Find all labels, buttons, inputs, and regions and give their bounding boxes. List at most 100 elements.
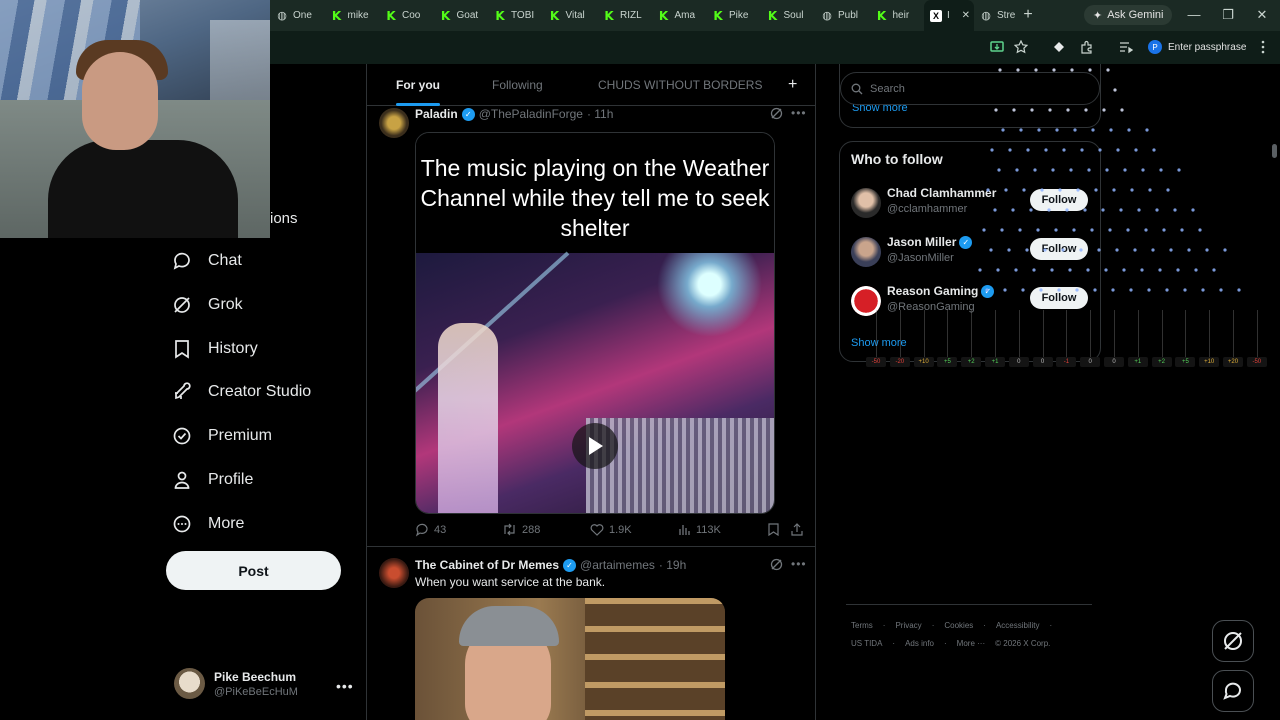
nav-item-chat[interactable]: Chat: [170, 241, 242, 281]
visualizer-dot: [1187, 248, 1191, 252]
browser-tab[interactable]: K Soul: [761, 0, 816, 31]
who-to-follow-user[interactable]: Chad Clamhammer @cclamhammer Follow: [851, 186, 1091, 220]
grok-fab-button[interactable]: [1212, 620, 1254, 662]
nav-item-creator-studio[interactable]: Creator Studio: [170, 372, 311, 412]
bookmark-star-icon[interactable]: [1013, 39, 1029, 55]
passphrase-button[interactable]: P Enter passphrase: [1148, 38, 1246, 56]
user-handle[interactable]: @JasonMiller: [887, 252, 954, 264]
repost-button[interactable]: 288: [502, 523, 540, 536]
browser-tab[interactable]: K Goat: [434, 0, 489, 31]
share-button[interactable]: [791, 523, 803, 536]
footer-link[interactable]: Ads info: [905, 639, 934, 648]
nav-item-notifications-partial[interactable]: ions: [270, 210, 298, 227]
who-to-follow-user[interactable]: Jason Miller ✓ @JasonMiller Follow: [851, 235, 1091, 269]
post-avatar[interactable]: [379, 558, 409, 588]
post-avatar[interactable]: [379, 108, 409, 138]
footer-link[interactable]: Cookies: [944, 621, 973, 630]
user-name[interactable]: Jason Miller: [887, 235, 956, 249]
browser-tab[interactable]: K Ama: [652, 0, 707, 31]
visualizer-dot: [1169, 248, 1173, 252]
share-icon: [791, 523, 803, 536]
post-image[interactable]: [415, 598, 725, 720]
play-icon[interactable]: [572, 423, 618, 469]
post-author-name[interactable]: Paladin: [415, 107, 458, 121]
post-video[interactable]: The music playing on the Weather Channel…: [415, 132, 775, 514]
browser-tab[interactable]: Kheir: [870, 0, 925, 31]
user-name[interactable]: Reason Gaming: [887, 284, 978, 298]
post-more-icon[interactable]: •••: [791, 106, 807, 120]
post-more-icon[interactable]: •••: [791, 557, 807, 571]
post-divider: [367, 546, 815, 547]
kick-icon: K: [386, 8, 396, 23]
browser-tab[interactable]: K Coo: [379, 0, 434, 31]
user-handle[interactable]: @cclamhammer: [887, 203, 967, 215]
who-to-follow-show-more-link[interactable]: Show more: [851, 337, 907, 349]
nav-item-profile[interactable]: Profile: [170, 460, 253, 500]
page-scrollbar[interactable]: [1272, 144, 1277, 158]
ask-gemini-button[interactable]: ✦ Ask Gemini: [1084, 5, 1173, 25]
minimize-button[interactable]: —: [1186, 7, 1202, 22]
maximize-button[interactable]: ❐: [1220, 7, 1236, 23]
follow-button[interactable]: Follow: [1030, 238, 1088, 260]
tab-chuds-without-borders[interactable]: CHUDS WITHOUT BORDERS: [598, 64, 762, 106]
user-avatar[interactable]: [851, 188, 881, 218]
user-name[interactable]: Chad Clamhammer: [887, 186, 996, 200]
user-handle[interactable]: @ReasonGaming: [887, 301, 975, 313]
post-author-handle[interactable]: @artaimemes: [580, 558, 655, 572]
bookmark-button[interactable]: [768, 523, 779, 536]
close-tab-icon[interactable]: ✕: [962, 10, 970, 21]
footer-link[interactable]: Accessibility: [996, 621, 1040, 630]
account-switcher[interactable]: Pike Beechum @PiKeBeEcHuM: [174, 668, 298, 699]
views-button[interactable]: 113K: [678, 523, 721, 536]
like-button[interactable]: 1.9K: [590, 523, 632, 536]
video-frame[interactable]: [416, 251, 774, 513]
post-author-name[interactable]: The Cabinet of Dr Memes: [415, 558, 559, 572]
browser-tab-label: Vital: [565, 10, 585, 21]
verified-badge-icon: ✓: [461, 107, 475, 121]
messages-fab-button[interactable]: [1212, 670, 1254, 712]
grok-explain-icon[interactable]: [770, 107, 783, 123]
grok-explain-icon[interactable]: [770, 558, 783, 574]
search-input[interactable]: [870, 82, 1070, 95]
browser-tab[interactable]: Kmike: [325, 0, 380, 31]
search-box[interactable]: [840, 72, 1100, 105]
post-time[interactable]: · 19h: [659, 558, 686, 572]
extension-diamond-icon[interactable]: [1051, 39, 1067, 55]
tab-for-you[interactable]: For you: [396, 64, 440, 106]
follow-button[interactable]: Follow: [1030, 287, 1088, 309]
footer-link[interactable]: More ···: [957, 639, 985, 648]
reply-button[interactable]: 43: [415, 523, 446, 537]
tab-following[interactable]: Following: [492, 64, 543, 106]
browser-tab[interactable]: ◍ One: [270, 0, 325, 31]
visualizer-dot: [1176, 268, 1180, 272]
footer-link[interactable]: Terms: [851, 621, 873, 630]
post-time[interactable]: · 11h: [587, 107, 613, 121]
close-window-button[interactable]: ✕: [1254, 7, 1270, 23]
new-tab-button[interactable]: +: [1020, 6, 1036, 24]
nav-item-grok[interactable]: Grok: [170, 285, 243, 325]
nav-item-history[interactable]: History: [170, 329, 258, 369]
account-more-icon[interactable]: •••: [336, 678, 354, 694]
browser-menu-icon[interactable]: [1255, 39, 1271, 55]
add-tab-icon[interactable]: +: [788, 76, 797, 94]
browser-tab[interactable]: K TOBI: [488, 0, 543, 31]
install-app-icon[interactable]: [989, 39, 1005, 55]
browser-tab-active[interactable]: X I ✕: [924, 0, 974, 31]
reading-list-icon[interactable]: [1118, 39, 1134, 55]
footer-link[interactable]: US TIDA: [851, 639, 882, 648]
who-to-follow-user[interactable]: Reason Gaming ✓ @ReasonGaming Follow: [851, 284, 1091, 318]
browser-tab[interactable]: ◍ Publ: [815, 0, 870, 31]
browser-tab[interactable]: K RIZL: [597, 0, 652, 31]
browser-tab[interactable]: K Vital: [543, 0, 598, 31]
post-author-handle[interactable]: @ThePaladinForge: [479, 107, 583, 121]
user-avatar[interactable]: [851, 286, 881, 316]
extensions-puzzle-icon[interactable]: [1079, 39, 1095, 55]
nav-item-more[interactable]: More: [170, 504, 244, 544]
post-button[interactable]: Post: [166, 551, 341, 590]
footer-link[interactable]: Privacy: [895, 621, 921, 630]
user-avatar[interactable]: [851, 237, 881, 267]
follow-button[interactable]: Follow: [1030, 189, 1088, 211]
browser-tab[interactable]: K Pike: [706, 0, 761, 31]
chat-icon: [1223, 682, 1241, 700]
nav-item-premium[interactable]: Premium: [170, 416, 272, 456]
